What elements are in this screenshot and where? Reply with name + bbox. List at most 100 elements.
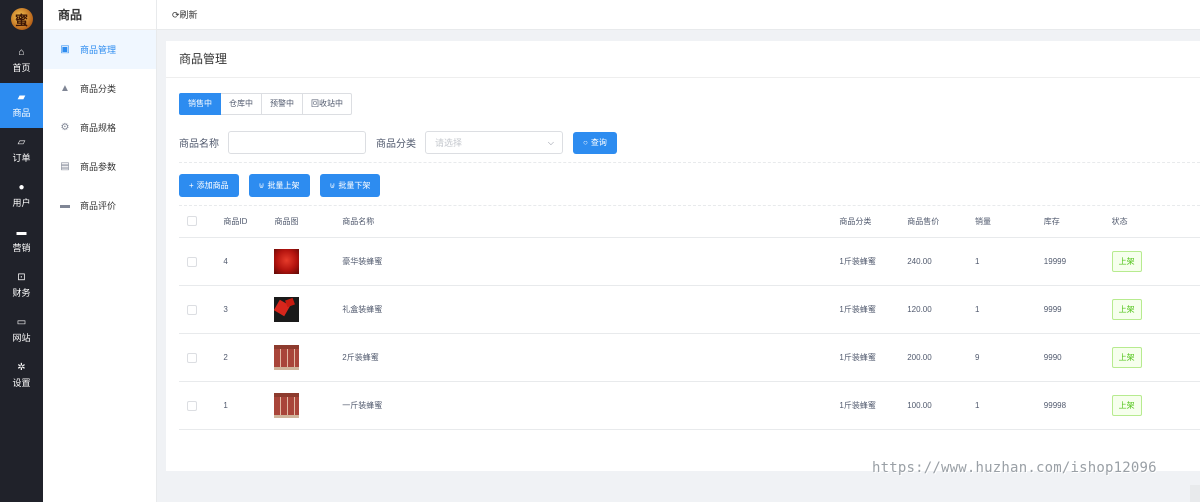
plus-icon: + (189, 181, 194, 190)
nav-item-label: 订单 (12, 153, 31, 163)
nav-item-label: 财务 (12, 288, 31, 298)
cell-id: 4 (223, 257, 228, 266)
status-toggle-tag[interactable]: 上架 (1111, 395, 1142, 416)
watermark: https://www.huzhan.com/ishop12096 (872, 460, 1157, 476)
logo[interactable]: 蜜 (0, 0, 43, 38)
row-checkbox[interactable] (187, 352, 197, 363)
submenu-item-4[interactable]: ▬ 商品评价 (43, 186, 156, 225)
nav-item-0[interactable]: ⌂ 首页 (0, 38, 43, 83)
product-thumbnail[interactable] (274, 297, 300, 322)
filter-bar: 商品名称 商品分类 请选择 ⌵ ○ 查询 (179, 131, 617, 154)
finance-icon: ⊡ (17, 272, 26, 283)
nav-item-label: 首页 (12, 63, 31, 73)
submenu-item-2[interactable]: ⚙ 商品规格 (43, 108, 156, 147)
category-placeholder: 请选择 (435, 138, 463, 148)
nav-item-label: 用户 (12, 198, 31, 208)
cell-category: 1斤装蜂蜜 (839, 305, 876, 314)
header-sales: 销量 (975, 216, 992, 226)
nav-item-label: 营销 (12, 243, 31, 253)
cart-icon: ⊍ (258, 181, 265, 190)
ticket-icon: ▬ (16, 227, 27, 238)
header-image: 商品图 (274, 216, 299, 226)
tab-recycle-bin[interactable]: 回收站中 (303, 93, 352, 115)
row-checkbox[interactable] (187, 304, 197, 315)
bag-icon: ▲ (60, 83, 70, 94)
chevron-down-icon: ⌵ (547, 137, 554, 147)
row-checkbox[interactable] (187, 400, 197, 411)
nav-item-2[interactable]: ▱ 订单 (0, 128, 43, 173)
product-thumbnail[interactable] (274, 345, 300, 370)
search-button-label: 查询 (590, 138, 607, 147)
add-product-button[interactable]: + 添加商品 (179, 174, 239, 197)
tab-warning[interactable]: 预警中 (262, 93, 303, 115)
cell-stock: 9999 (1043, 305, 1062, 314)
horizontal-scroll-handle[interactable] (1190, 485, 1200, 502)
nav-item-1[interactable]: ▰ 商品 (0, 83, 43, 128)
product-table: 商品ID 商品图 商品名称 商品分类 商品售价 销量 库存 状态 4 豪华装蜂蜜 1… (179, 205, 1200, 430)
tab-on-sale[interactable]: 销售中 (179, 93, 221, 115)
table-row: 2 2斤装蜂蜜 1斤装蜂蜜 200.00 9 9990 上架 (179, 334, 1200, 382)
select-all-checkbox[interactable] (187, 216, 197, 226)
briefcase-icon: ▣ (60, 44, 70, 55)
tab-warehouse[interactable]: 仓库中 (221, 93, 262, 115)
table-row: 4 豪华装蜂蜜 1斤装蜂蜜 240.00 1 19999 上架 (179, 238, 1200, 286)
header-stock: 库存 (1043, 216, 1060, 226)
search-icon: ○ (583, 138, 588, 147)
row-checkbox[interactable] (187, 256, 197, 267)
cell-sales: 1 (975, 257, 980, 266)
batch-unlist-label: 批量下架 (338, 181, 371, 190)
cell-sales: 9 (975, 353, 980, 362)
submenu-item-0[interactable]: ▣ 商品管理 (43, 30, 156, 69)
page-title: 商品管理 (166, 41, 1200, 78)
table-row: 1 一斤装蜂蜜 1斤装蜂蜜 100.00 1 99998 上架 (179, 382, 1200, 430)
product-management-card: 商品管理 销售中 仓库中 预警中 回收站中 商品名称 商品分类 请选择 ⌵ ○ … (166, 41, 1200, 502)
header-id: 商品ID (223, 216, 248, 226)
nav-item-6[interactable]: ▭ 网站 (0, 308, 43, 353)
nav-item-5[interactable]: ⊡ 财务 (0, 263, 43, 308)
product-thumbnail[interactable] (274, 249, 300, 274)
cell-id: 1 (223, 401, 228, 410)
batch-unlist-button[interactable]: ⊍ 批量下架 (319, 174, 381, 197)
submenu-item-label: 商品分类 (80, 84, 117, 94)
search-button[interactable]: ○ 查询 (573, 131, 617, 154)
product-name-input[interactable] (228, 131, 366, 154)
cell-name: 一斤装蜂蜜 (342, 401, 383, 410)
cell-name: 豪华装蜂蜜 (342, 257, 383, 266)
refresh-button[interactable]: ⟳刷新 (172, 8, 198, 21)
gear-icon: ⚙ (60, 122, 70, 133)
submenu-item-1[interactable]: ▲ 商品分类 (43, 69, 156, 108)
order-icon: ▱ (17, 137, 26, 148)
gear-icon: ✲ (17, 362, 26, 373)
status-toggle-tag[interactable]: 上架 (1111, 251, 1142, 272)
header-name: 商品名称 (342, 216, 375, 226)
monitor-icon: ▭ (16, 317, 27, 328)
cell-name: 礼盒装蜂蜜 (342, 305, 383, 314)
nav-item-label: 商品 (12, 108, 31, 118)
clipboard-icon: ▤ (60, 161, 70, 172)
batch-list-button[interactable]: ⊍ 批量上架 (248, 174, 310, 197)
refresh-label: 刷新 (179, 10, 198, 20)
submenu-item-label: 商品管理 (80, 45, 117, 55)
table-header: 商品ID 商品图 商品名称 商品分类 商品售价 销量 库存 状态 (179, 205, 1200, 238)
status-toggle-tag[interactable]: 上架 (1111, 299, 1142, 320)
cell-name: 2斤装蜂蜜 (342, 353, 379, 362)
status-toggle-tag[interactable]: 上架 (1111, 347, 1142, 368)
nav-item-7[interactable]: ✲ 设置 (0, 353, 43, 398)
add-product-label: 添加商品 (196, 181, 229, 190)
cell-sales: 1 (975, 305, 980, 314)
cell-stock: 19999 (1043, 257, 1067, 266)
cell-sales: 1 (975, 401, 980, 410)
top-bar: ⟳刷新 (157, 0, 1200, 30)
submenu-item-3[interactable]: ▤ 商品参数 (43, 147, 156, 186)
nav-item-4[interactable]: ▬ 营销 (0, 218, 43, 263)
cell-stock: 9990 (1043, 353, 1062, 362)
category-label: 商品分类 (376, 139, 416, 150)
nav-item-3[interactable]: ● 用户 (0, 173, 43, 218)
cell-id: 2 (223, 353, 228, 362)
nav-item-label: 网站 (12, 333, 31, 343)
product-thumbnail[interactable] (274, 393, 300, 418)
user-icon: ● (18, 182, 25, 193)
category-select[interactable]: 请选择 ⌵ (425, 131, 563, 154)
table-row: 3 礼盒装蜂蜜 1斤装蜂蜜 120.00 1 9999 上架 (179, 286, 1200, 334)
status-tabs: 销售中 仓库中 预警中 回收站中 (179, 93, 352, 115)
